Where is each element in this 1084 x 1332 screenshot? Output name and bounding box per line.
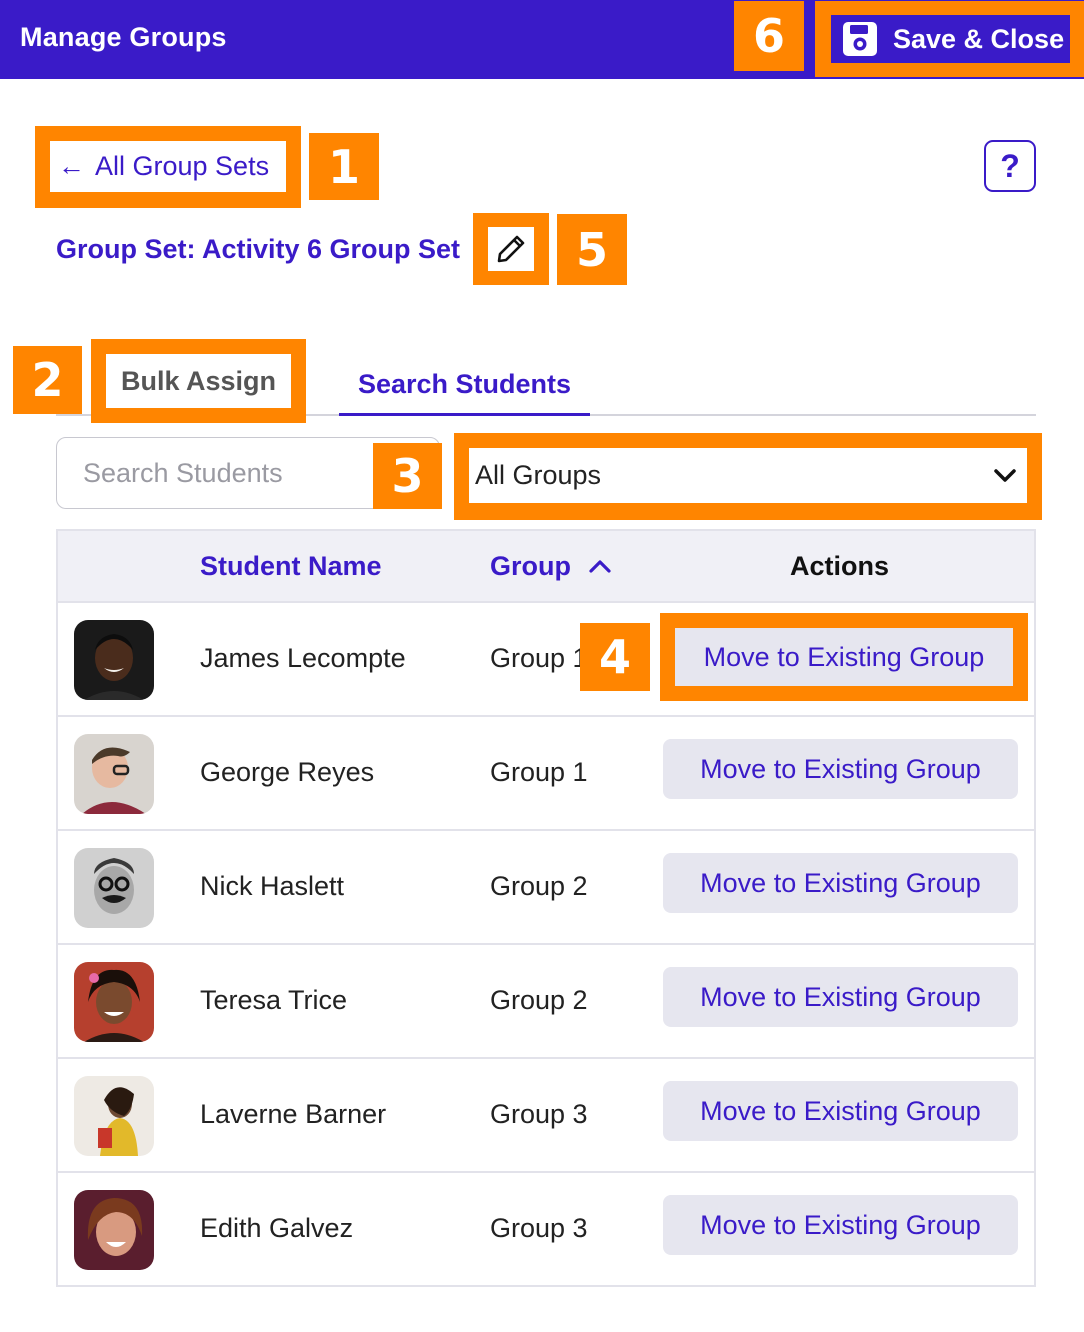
help-button[interactable]: ? [984, 140, 1036, 192]
table-row: Nick Haslett Group 2 Move to Existing Gr… [58, 831, 1034, 945]
group-set-title: Group Set: Activity 6 Group Set [56, 234, 461, 264]
app-title: Manage Groups [20, 22, 227, 52]
group-filter-select[interactable]: All Groups [469, 448, 1027, 503]
student-name: Edith Galvez [200, 1213, 354, 1243]
callout-5: 5 [557, 214, 627, 285]
callout-2: 2 [13, 346, 82, 414]
chevron-up-icon [587, 554, 613, 580]
table-row: Teresa Trice Group 2 Move to Existing Gr… [58, 945, 1034, 1059]
callout-4: 4 [580, 623, 650, 691]
table-row: Laverne Barner Group 3 Move to Existing … [58, 1059, 1034, 1173]
callout-1: 1 [309, 133, 379, 200]
student-avatar [74, 1190, 154, 1270]
table-row: Edith Galvez Group 3 Move to Existing Gr… [58, 1173, 1034, 1287]
student-avatar [74, 1076, 154, 1156]
student-name: Laverne Barner [200, 1099, 387, 1129]
tab-bulk-assign[interactable]: Bulk Assign [106, 354, 291, 408]
student-avatar [74, 620, 154, 700]
callout-6: 6 [734, 1, 804, 71]
student-group: Group 1 [490, 643, 588, 673]
floppy-disk-icon [841, 20, 879, 58]
save-close-button[interactable]: Save & Close [831, 15, 1070, 63]
student-name: George Reyes [200, 757, 375, 787]
student-group: Group 3 [490, 1213, 588, 1243]
student-avatar [74, 848, 154, 928]
student-group: Group 2 [490, 871, 588, 901]
column-header-actions: Actions [790, 551, 890, 581]
move-to-existing-group-button[interactable]: Move to Existing Group [663, 1081, 1018, 1141]
student-avatar [74, 962, 154, 1042]
edit-group-set-button[interactable] [488, 227, 534, 271]
student-avatar [74, 734, 154, 814]
all-group-sets-link[interactable]: ← All Group Sets [50, 141, 286, 192]
student-group: Group 1 [490, 757, 588, 787]
all-group-sets-label: All Group Sets [95, 151, 270, 181]
group-filter-value: All Groups [475, 460, 602, 490]
table-row: James Lecompte Group 1 Move to Existing … [58, 603, 1034, 717]
table-row: George Reyes Group 1 Move to Existing Gr… [58, 717, 1034, 831]
column-header-group-label: Group [490, 551, 571, 581]
column-header-student-name[interactable]: Student Name [200, 551, 382, 582]
move-to-existing-group-button[interactable]: Move to Existing Group [663, 1195, 1018, 1255]
save-close-label: Save & Close [893, 23, 1065, 54]
callout-3: 3 [373, 443, 442, 509]
move-to-existing-group-button[interactable]: Move to Existing Group [663, 853, 1018, 913]
student-name: James Lecompte [200, 643, 406, 673]
move-to-existing-group-button[interactable]: Move to Existing Group [663, 967, 1018, 1027]
tab-search-students[interactable]: Search Students [339, 354, 590, 416]
arrow-left-icon: ← [58, 151, 85, 181]
pencil-icon [494, 232, 528, 266]
students-table: Student Name Group Actions James Lecompt… [56, 529, 1036, 1287]
table-header: Student Name Group Actions [58, 531, 1034, 603]
student-name: Nick Haslett [200, 871, 345, 901]
move-to-existing-group-button[interactable]: Move to Existing Group [675, 628, 1013, 686]
column-header-group[interactable]: Group [490, 551, 613, 582]
move-to-existing-group-button[interactable]: Move to Existing Group [663, 739, 1018, 799]
student-group: Group 3 [490, 1099, 588, 1129]
chevron-down-icon [991, 462, 1019, 490]
student-name: Teresa Trice [200, 985, 348, 1015]
student-group: Group 2 [490, 985, 588, 1015]
